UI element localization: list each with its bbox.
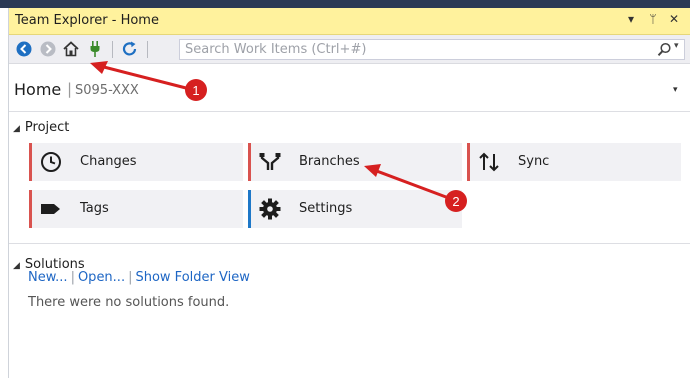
clock-icon <box>41 152 61 172</box>
tile-sync[interactable]: Sync <box>467 143 681 181</box>
tile-label: Changes <box>80 154 137 169</box>
sync-arrows-icon <box>479 152 499 172</box>
link-separator: | <box>70 270 75 285</box>
tile-label: Tags <box>80 201 109 216</box>
open-solution-link[interactable]: Open... <box>78 270 125 285</box>
tag-icon <box>41 204 60 214</box>
home-icon[interactable] <box>61 39 81 59</box>
page-title[interactable]: Home <box>14 80 61 99</box>
project-section-header[interactable]: ◢ Project <box>13 120 69 135</box>
divider <box>9 111 690 112</box>
section-title: Project <box>24 120 70 135</box>
chevron-down-icon[interactable]: ▾ <box>673 85 678 95</box>
search-input[interactable] <box>180 40 650 59</box>
forward-icon[interactable] <box>38 39 58 59</box>
window-top-strip <box>0 0 690 8</box>
divider <box>9 243 690 244</box>
collapse-icon: ◢ <box>13 124 20 134</box>
search-box[interactable]: ▾ <box>179 39 685 60</box>
new-solution-link[interactable]: New... <box>28 270 68 285</box>
tile-label: Branches <box>299 154 360 169</box>
title-separator: | <box>67 80 73 98</box>
title-bar[interactable]: Team Explorer - Home ▾ ᛘ ✕ <box>9 8 690 35</box>
team-explorer-panel: Team Explorer - Home ▾ ᛘ ✕ Search Work I… <box>8 8 690 378</box>
search-dropdown-button[interactable]: ▾ <box>674 41 684 51</box>
show-folder-view-link[interactable]: Show Folder View <box>135 270 249 285</box>
close-button[interactable]: ✕ <box>666 12 682 26</box>
tile-label: Settings <box>299 201 353 216</box>
pin-button[interactable]: ᛘ <box>645 12 661 26</box>
window-title: Team Explorer - Home <box>15 13 159 28</box>
branch-icon <box>259 153 281 170</box>
collapse-icon: ◢ <box>13 261 20 271</box>
toolbar-separator <box>112 41 113 58</box>
tile-tags[interactable]: Tags <box>29 190 243 228</box>
tile-branches[interactable]: Branches <box>248 143 462 181</box>
plug-icon[interactable] <box>85 39 105 59</box>
tile-settings[interactable]: Settings <box>248 190 462 228</box>
empty-solutions-message: There were no solutions found. <box>28 295 230 310</box>
tile-label: Sync <box>518 154 550 169</box>
gear-icon <box>259 198 281 220</box>
tile-changes[interactable]: Changes <box>29 143 243 181</box>
link-separator: | <box>128 270 133 285</box>
search-icon[interactable] <box>656 41 673 58</box>
refresh-icon[interactable] <box>120 39 140 59</box>
toolbar: ▾ <box>9 35 690 64</box>
window-dropdown-button[interactable]: ▾ <box>623 12 639 26</box>
solution-links: New... | Open... | Show Folder View <box>28 270 250 285</box>
server-name: S095-XXX <box>75 83 139 98</box>
back-icon[interactable] <box>14 39 34 59</box>
toolbar-separator <box>147 41 148 58</box>
